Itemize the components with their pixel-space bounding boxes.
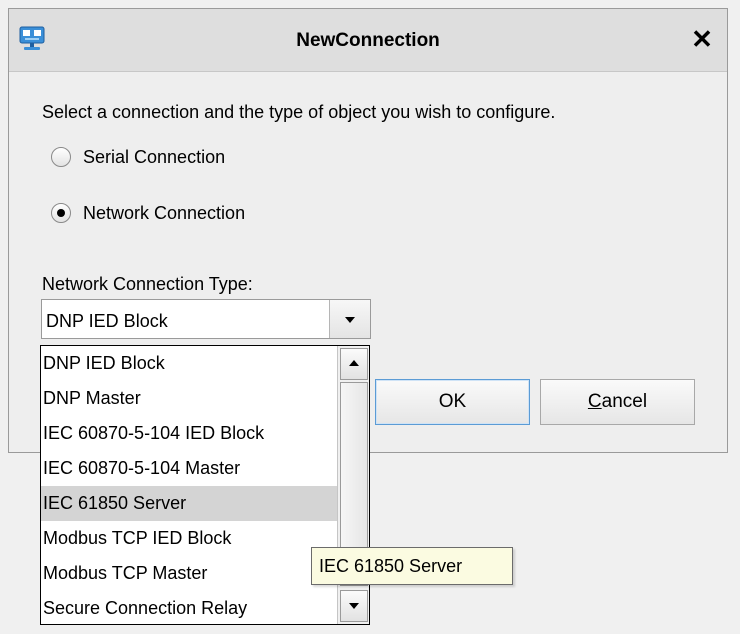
combobox-arrow-button[interactable]	[329, 300, 370, 338]
instruction-text: Select a connection and the type of obje…	[42, 102, 556, 122]
network-connection-label: Network Connection	[83, 202, 246, 223]
radio-unchecked-icon[interactable]	[51, 147, 71, 167]
list-item[interactable]: IEC 60870-5-104 IED Block	[41, 416, 337, 451]
item-tooltip: IEC 61850 Server	[311, 547, 513, 585]
list-item[interactable]: IEC 60870-5-104 Master	[41, 451, 337, 486]
connection-type-combobox[interactable]: DNP IED Block	[41, 299, 371, 339]
cancel-button[interactable]: Cancel	[540, 379, 695, 425]
list-item[interactable]: DNP IED Block	[41, 346, 337, 381]
network-connection-radio[interactable]: Network Connection	[51, 199, 245, 227]
title-bar[interactable]: NewConnection ✕	[9, 9, 727, 72]
chevron-down-icon	[345, 317, 355, 323]
list-item[interactable]: DNP Master	[41, 381, 337, 416]
list-item[interactable]: Modbus TCP Master	[41, 556, 337, 591]
close-icon[interactable]: ✕	[687, 24, 717, 54]
serial-connection-radio[interactable]: Serial Connection	[51, 143, 225, 171]
serial-connection-label: Serial Connection	[83, 146, 226, 167]
list-item[interactable]: Secure Connection Relay	[41, 591, 337, 626]
list-item-highlighted[interactable]: IEC 61850 Server	[41, 486, 337, 521]
chevron-up-icon	[349, 360, 359, 366]
dialog-title: NewConnection	[296, 30, 440, 51]
ok-button[interactable]: OK	[375, 379, 530, 425]
combobox-value: DNP IED Block	[46, 311, 168, 331]
connection-type-label: Network Connection Type:	[42, 274, 253, 294]
radio-checked-icon[interactable]	[51, 203, 71, 223]
scroll-up-button[interactable]	[340, 348, 368, 380]
chevron-down-icon	[349, 603, 359, 609]
list-item[interactable]: Modbus TCP IED Block	[41, 521, 337, 556]
scroll-down-button[interactable]	[340, 590, 368, 622]
